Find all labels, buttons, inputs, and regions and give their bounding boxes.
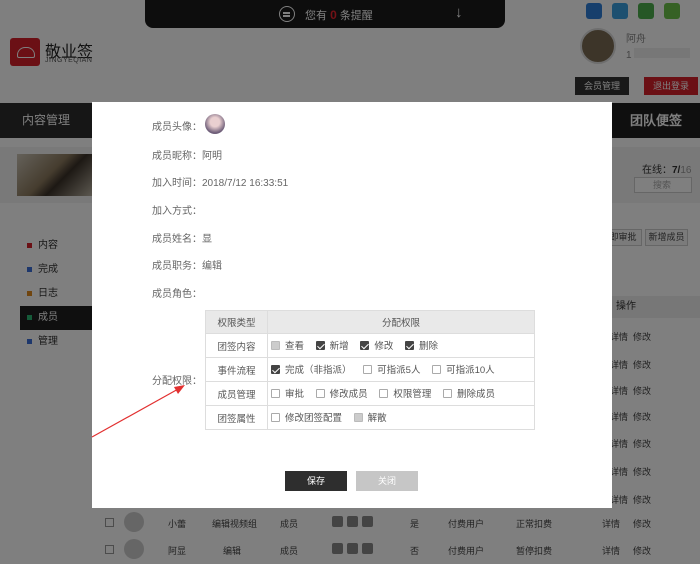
checkbox-icon[interactable] [442,388,452,398]
perm-option-assign-5[interactable]: 可指派5人 [363,362,420,376]
perm-option-approve[interactable]: 审批 [271,386,304,400]
perm-row-content: 团签内容 查看 新增 修改 删除 [205,333,535,358]
perm-option-assign-10[interactable]: 可指派10人 [432,362,495,376]
perm-option-view[interactable]: 查看 [271,338,304,352]
member-permission-dialog: 成员头像： 成员昵称：阿明 加入时间：2018/7/12 16:33:51 加入… [92,102,612,508]
checkbox-checked-icon[interactable] [271,364,280,374]
nickname-row: 成员昵称：阿明 [152,151,222,162]
join-method-row: 加入方式： [152,206,202,217]
checkbox-icon[interactable] [315,388,325,398]
checkbox-checked-icon[interactable] [315,340,325,350]
avatar-label: 成员头像： [152,122,202,133]
position-row: 成员职务：编辑 [152,261,222,272]
realname-row: 成员姓名：显 [152,234,212,245]
perm-option-dissolve[interactable]: 解散 [353,410,387,424]
checkbox-checked-icon[interactable] [360,340,370,350]
perm-option-delete-member[interactable]: 删除成员 [442,386,495,400]
perm-option-delete[interactable]: 删除 [404,338,438,352]
perm-row-members: 成员管理 审批 修改成员 权限管理 删除成员 [205,381,535,406]
member-avatar [205,114,225,134]
checkbox-checked-icon[interactable] [404,340,414,350]
permission-table: 权限类型 分配权限 团签内容 查看 新增 修改 删除 事件流程 完成（非指派） … [205,310,535,430]
perm-type-header: 权限类型 [205,310,268,334]
assign-perm-label: 分配权限： [152,376,202,387]
save-button[interactable]: 保存 [285,471,347,491]
perm-type: 团签属性 [205,405,268,430]
perm-row-attributes: 团签属性 修改团签配置 解散 [205,405,535,430]
perm-row-flow: 事件流程 完成（非指派） 可指派5人 可指派10人 [205,357,535,382]
close-button[interactable]: 关闭 [356,471,418,491]
perm-option-add[interactable]: 新增 [315,338,349,352]
position-value: 编辑 [202,261,222,272]
checkbox-icon[interactable] [363,364,373,374]
nickname-value: 阿明 [202,151,222,162]
checkbox-icon[interactable] [271,340,280,350]
join-time-value: 2018/7/12 16:33:51 [202,178,289,189]
realname-value: 显 [202,234,212,245]
perm-option-edit-config[interactable]: 修改团签配置 [271,410,342,424]
perm-type: 事件流程 [205,357,268,382]
checkbox-icon[interactable] [271,388,280,398]
checkbox-icon[interactable] [353,412,363,422]
role-row: 成员角色： [152,289,202,300]
perm-option-perm-manage[interactable]: 权限管理 [379,386,431,400]
perm-option-complete[interactable]: 完成（非指派） [271,362,352,376]
checkbox-icon[interactable] [271,412,280,422]
checkbox-icon[interactable] [432,364,442,374]
perm-type: 成员管理 [205,381,268,406]
perm-option-edit-member[interactable]: 修改成员 [315,386,368,400]
perm-type: 团签内容 [205,333,268,358]
checkbox-icon[interactable] [379,388,389,398]
join-time-row: 加入时间：2018/7/12 16:33:51 [152,178,289,189]
perm-option-edit[interactable]: 修改 [360,338,393,352]
perm-assign-header: 分配权限 [267,310,535,334]
